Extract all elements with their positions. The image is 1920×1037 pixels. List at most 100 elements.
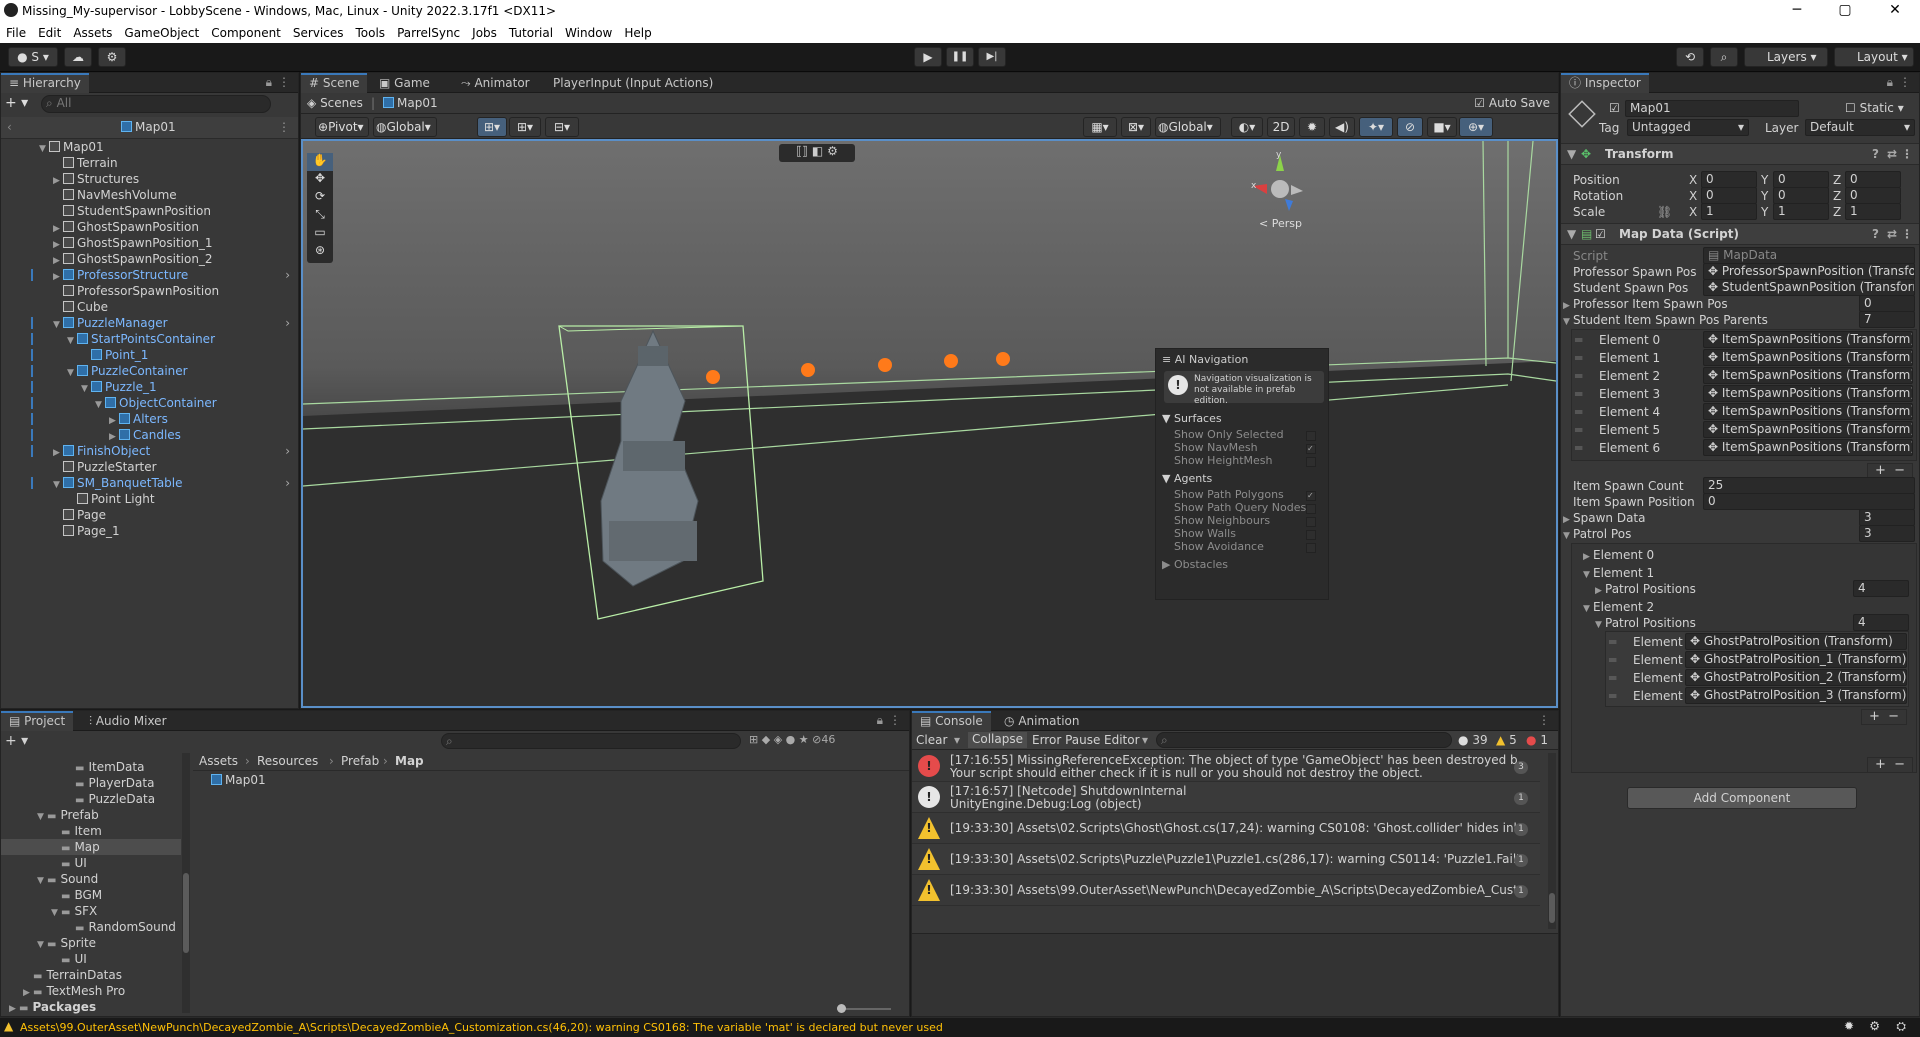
- remove-icon[interactable]: −: [1894, 463, 1905, 478]
- rot-z-input[interactable]: 0: [1845, 187, 1901, 204]
- hand-tool-icon[interactable]: ✋: [307, 153, 333, 171]
- maximize-button[interactable]: ▢: [1822, 0, 1868, 22]
- tab-scene[interactable]: # Scene: [301, 73, 368, 93]
- prof-spawn-field[interactable]: ✥ ProfessorSpawnPosition (Transform): [1703, 263, 1915, 280]
- gizmos-dropdown[interactable]: ⊕▾: [1459, 117, 1493, 137]
- prof-item-row[interactable]: ▶ Professor Item Spawn Pos: [1563, 297, 1728, 311]
- pos-y-input[interactable]: 0: [1773, 171, 1829, 188]
- global-dropdown-2[interactable]: ◍Global▾: [1155, 117, 1221, 137]
- axis-x-label[interactable]: X: [1689, 205, 1697, 219]
- breadcrumb-map[interactable]: Map: [395, 754, 424, 768]
- axis-y-label[interactable]: Y: [1761, 189, 1768, 203]
- menu-services[interactable]: Services: [287, 26, 350, 40]
- zoom-slider-thumb[interactable]: [837, 1004, 846, 1013]
- move-tool-icon[interactable]: ✥: [307, 171, 333, 189]
- preset-icon[interactable]: ⇄: [1887, 144, 1897, 164]
- open-prefab-arrow-icon[interactable]: ›: [285, 315, 290, 331]
- project-folder[interactable]: ▬ Map: [1, 839, 181, 855]
- scl-x-input[interactable]: 1: [1701, 203, 1757, 220]
- kebab-menu-icon[interactable]: ⋮: [278, 120, 290, 134]
- remove-icon[interactable]: −: [1894, 757, 1905, 772]
- hierarchy-item[interactable]: Page: [1, 507, 298, 523]
- hierarchy-item[interactable]: ▶ ProfessorStructure ›: [1, 267, 298, 283]
- hierarchy-item[interactable]: ▶ Candles: [1, 427, 298, 443]
- stud-item-size[interactable]: 7: [1859, 311, 1915, 328]
- info-count[interactable]: ● 39: [1458, 733, 1488, 747]
- hierarchy-item[interactable]: ▶ Alters: [1, 411, 298, 427]
- mapdata-header[interactable]: ▼ ▤ ☑ Map Data (Script) ? ⇄ ⋮: [1561, 223, 1919, 245]
- hierarchy-item[interactable]: StudentSpawnPosition: [1, 203, 298, 219]
- active-checkbox[interactable]: ☑: [1609, 101, 1620, 115]
- favorite-icon[interactable]: ★: [799, 733, 809, 746]
- breadcrumb-scenes[interactable]: ◈ Scenes: [307, 96, 363, 110]
- patrol-positions-2[interactable]: ▼ Patrol Positions: [1595, 616, 1696, 630]
- project-folder[interactable]: ▬ UI: [1, 855, 181, 871]
- menu-help[interactable]: Help: [618, 26, 657, 40]
- lock-icon[interactable]: 🔒︎: [877, 713, 883, 728]
- add-icon[interactable]: +: [1875, 757, 1886, 772]
- axis-z-label[interactable]: Z: [1833, 173, 1841, 187]
- drag-handle-icon[interactable]: ═: [1575, 369, 1582, 383]
- stud-spawn-field[interactable]: ✥ StudentSpawnPosition (Transform): [1703, 279, 1915, 296]
- play-button[interactable]: ▶: [914, 47, 942, 67]
- lighting-icon[interactable]: ✹: [1299, 117, 1325, 137]
- drag-handle-icon[interactable]: ═: [1575, 387, 1582, 401]
- stud-item-row[interactable]: ▼ Student Item Spawn Pos Parents: [1563, 313, 1768, 327]
- kebab-menu-icon[interactable]: ⋮: [1901, 144, 1913, 164]
- draw-mode-icon[interactable]: ▦▾: [1083, 117, 1117, 137]
- add-icon[interactable]: +: [1869, 709, 1880, 724]
- element-object-field[interactable]: ✥ ItemSpawnPositions (Transform): [1703, 331, 1913, 348]
- snap-icon[interactable]: ⊟▾: [545, 117, 579, 137]
- kebab-menu-icon[interactable]: ⋮: [278, 75, 290, 89]
- menu-edit[interactable]: Edit: [32, 26, 67, 40]
- element-object-field[interactable]: ✥ ItemSpawnPositions (Transform): [1703, 367, 1913, 384]
- filter-type-icon[interactable]: ⊞: [749, 733, 758, 746]
- breadcrumb-assets[interactable]: Assets: [199, 754, 238, 768]
- open-prefab-arrow-icon[interactable]: ›: [285, 443, 290, 459]
- filter-tag-icon[interactable]: ◈: [774, 733, 782, 746]
- project-folder[interactable]: ▬ Item: [1, 823, 181, 839]
- menu-window[interactable]: Window: [559, 26, 618, 40]
- global-dropdown[interactable]: ◍Global▾: [373, 117, 437, 137]
- hierarchy-item[interactable]: ▶ GhostSpawnPosition: [1, 219, 298, 235]
- status-message[interactable]: Assets\99.OuterAsset\NewPunch\DecayedZom…: [20, 1021, 943, 1034]
- tab-game[interactable]: ▣ Game: [371, 73, 438, 93]
- show-navmesh-checkbox[interactable]: ✓: [1306, 444, 1316, 454]
- axis-z-label[interactable]: Z: [1833, 189, 1841, 203]
- effects-icon[interactable]: ✦▾: [1359, 117, 1393, 137]
- hierarchy-item[interactable]: ▶ GhostSpawnPosition_1: [1, 235, 298, 251]
- hierarchy-item[interactable]: PuzzleStarter: [1, 459, 298, 475]
- fold-icon[interactable]: ▶: [9, 1001, 19, 1015]
- gizmo-icon[interactable]: ⊠▾: [1121, 117, 1151, 137]
- audio-icon[interactable]: ◀): [1329, 117, 1355, 137]
- patrol-element-1[interactable]: ▼ Element 1: [1583, 566, 1654, 580]
- pos-x-input[interactable]: 0: [1701, 171, 1757, 188]
- axis-x-label[interactable]: X: [1689, 173, 1697, 187]
- hierarchy-item[interactable]: Point Light: [1, 491, 298, 507]
- scl-z-input[interactable]: 1: [1845, 203, 1901, 220]
- hierarchy-item[interactable]: ProfessorSpawnPosition: [1, 283, 298, 299]
- rot-x-input[interactable]: 0: [1701, 187, 1757, 204]
- debug-icon[interactable]: ⚙: [1869, 1019, 1880, 1033]
- surfaces-header[interactable]: ▼ Surfaces: [1162, 412, 1222, 425]
- grid-icon[interactable]: ⊞▾: [509, 117, 541, 137]
- drag-handle-icon[interactable]: ≡: [1162, 353, 1171, 366]
- layout-dropdown[interactable]: Layout ▾: [1834, 47, 1914, 67]
- console-entry[interactable]: ! [17:16:55] MissingReferenceException: T…: [912, 751, 1540, 782]
- collapse-toggle[interactable]: Collapse: [968, 732, 1027, 748]
- collab-icon[interactable]: ⚙: [98, 47, 126, 67]
- spawn-data-size[interactable]: 3: [1859, 509, 1915, 526]
- add-component-button[interactable]: Add Component: [1627, 787, 1857, 809]
- console-entry[interactable]: ! [19:33:30] Assets\99.OuterAsset\NewPunc…: [912, 875, 1540, 906]
- settings-icon[interactable]: ⚙: [827, 144, 838, 158]
- kebab-menu-icon[interactable]: ⋮: [1538, 713, 1550, 727]
- hierarchy-item[interactable]: ▼ Map01: [1, 139, 298, 155]
- add-icon[interactable]: +: [1875, 463, 1886, 478]
- orientation-gizmo[interactable]: x y: [1245, 151, 1315, 221]
- patrol-positions-1-size[interactable]: 4: [1853, 580, 1909, 597]
- ghost-object-field[interactable]: ✥ GhostPatrolPosition (Transform): [1685, 633, 1907, 650]
- drag-handle-icon[interactable]: ═: [1575, 351, 1582, 365]
- static-toggle[interactable]: ☐ Static ▾: [1845, 101, 1904, 115]
- element-object-field[interactable]: ✥ ItemSpawnPositions (Transform): [1703, 439, 1913, 456]
- breadcrumb-prefab[interactable]: Prefab: [341, 754, 379, 768]
